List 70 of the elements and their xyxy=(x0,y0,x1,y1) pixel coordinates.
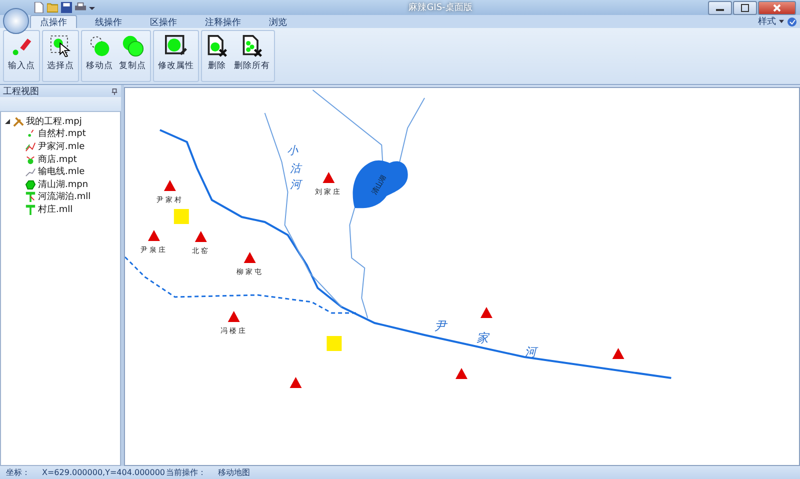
window-title: 麻辣GIS-桌面版 xyxy=(408,2,472,14)
printer-icon[interactable] xyxy=(75,2,86,13)
village-marker xyxy=(322,172,335,183)
help-icon[interactable] xyxy=(787,16,797,26)
river-label: 小沽河 xyxy=(286,144,301,191)
village-marker xyxy=(290,377,302,388)
area-layer-icon xyxy=(25,178,36,190)
tree-item[interactable]: 村庄.mll xyxy=(38,202,73,216)
village-marker xyxy=(148,230,160,241)
ribbon-tab[interactable]: 注释操作 xyxy=(195,15,251,28)
ribbon-button[interactable]: 删除 xyxy=(204,33,230,79)
layer-icon xyxy=(25,191,36,202)
shop-marker xyxy=(174,209,189,224)
river-label: 尹家河 xyxy=(434,319,536,359)
caret-icon[interactable] xyxy=(779,19,784,24)
tree-item[interactable]: 河流湖泊.mll xyxy=(38,190,91,204)
layer-icon xyxy=(25,204,36,215)
ribbon-tab[interactable]: 区操作 xyxy=(140,15,187,28)
tree-item[interactable]: 清山湖.mpn xyxy=(38,178,88,191)
status-label: 坐标： xyxy=(5,467,31,478)
close-button[interactable] xyxy=(758,0,796,14)
delete-all-icon xyxy=(241,35,263,57)
tools-icon xyxy=(13,116,24,127)
ribbon-button[interactable]: 选择点 xyxy=(45,33,76,79)
village-marker xyxy=(456,368,468,379)
village-marker xyxy=(164,180,176,191)
line-layer-icon xyxy=(25,140,36,152)
delete-point-icon xyxy=(206,35,228,57)
edit-point-icon xyxy=(165,35,187,57)
ribbon-button[interactable]: 复制点 xyxy=(117,33,148,79)
line-layer-icon xyxy=(25,166,36,178)
move-point-icon xyxy=(88,35,110,57)
maximize-icon xyxy=(741,4,749,12)
operation-value: 移动地图 xyxy=(218,467,250,478)
panel-title: 工程视图 xyxy=(3,86,39,98)
village-marker xyxy=(228,311,240,322)
ribbon-tab[interactable]: 点操作 xyxy=(30,15,77,28)
ribbon-button[interactable]: 移动点 xyxy=(84,33,115,79)
tree-item[interactable]: 尹家河.mle xyxy=(38,140,85,153)
lake-area xyxy=(352,160,408,208)
save-icon[interactable] xyxy=(61,2,72,13)
expand-icon[interactable] xyxy=(5,118,11,124)
tree-item[interactable]: 我的工程.mpj xyxy=(26,114,82,128)
point-layer-icon xyxy=(25,154,36,165)
ribbon-tab[interactable]: 线操作 xyxy=(85,15,132,28)
status-label: 当前操作： xyxy=(166,467,207,478)
copy-point-icon xyxy=(122,35,144,57)
tree-item[interactable]: 商店.mpt xyxy=(38,152,77,166)
ribbon-button[interactable]: 输入点 xyxy=(6,33,37,79)
style-menu[interactable]: 样式 xyxy=(758,15,776,28)
tree-item[interactable]: 输电线.mle xyxy=(38,165,85,178)
ribbon-tab[interactable]: 浏览 xyxy=(259,15,297,28)
ribbon-button[interactable]: 修改属性 xyxy=(156,33,196,79)
village-marker xyxy=(194,231,207,242)
ribbon-button[interactable]: 删除所有 xyxy=(232,33,272,79)
village-marker xyxy=(480,307,492,318)
coordinate-value: X=629.000000,Y=404.000000 xyxy=(42,468,166,477)
minimize-button[interactable] xyxy=(708,0,732,14)
app-logo-icon[interactable] xyxy=(3,8,29,34)
maximize-button[interactable] xyxy=(733,0,757,14)
dropdown-icon[interactable] xyxy=(89,4,95,10)
village-marker xyxy=(244,252,256,263)
pin-icon[interactable] xyxy=(111,88,118,94)
new-file-icon[interactable] xyxy=(33,2,44,13)
tree-item[interactable]: 自然村.mpt xyxy=(38,127,86,140)
close-icon xyxy=(773,4,781,12)
shop-marker xyxy=(326,336,342,351)
village-marker xyxy=(612,348,624,359)
point-layer-icon xyxy=(25,128,36,140)
select-point-icon xyxy=(50,35,72,57)
